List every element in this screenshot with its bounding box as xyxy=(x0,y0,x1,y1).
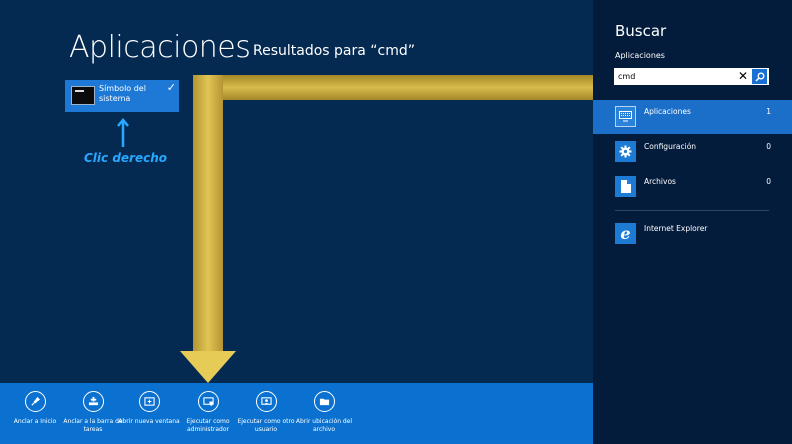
search-panel-title: Buscar xyxy=(615,22,667,40)
run-as-other-user-button[interactable]: Ejecutar como otro usuario xyxy=(235,391,297,433)
search-app-internet-explorer[interactable]: e Internet Explorer xyxy=(593,217,792,251)
folder-icon xyxy=(313,391,335,412)
app-bar-label: Abrir ubicación del archivo xyxy=(295,418,353,433)
pin-to-taskbar-button[interactable]: Anclar a la barra de tareas xyxy=(62,391,124,433)
guide-arrow-icon xyxy=(180,75,593,383)
category-label: Configuración xyxy=(644,142,697,151)
search-input[interactable] xyxy=(614,68,732,85)
gear-icon xyxy=(615,141,636,162)
taskbar-pin-icon xyxy=(82,391,104,412)
open-file-location-button[interactable]: Abrir ubicación del archivo xyxy=(293,391,355,433)
apps-icon xyxy=(615,106,636,127)
pin-icon xyxy=(24,391,46,412)
category-label: Aplicaciones xyxy=(644,107,691,116)
search-category-settings[interactable]: Configuración 0 xyxy=(593,135,792,169)
search-category-files[interactable]: Archivos 0 xyxy=(593,170,792,204)
pin-to-start-button[interactable]: Anclar a Inicio xyxy=(4,391,66,426)
category-count: 0 xyxy=(766,177,771,186)
divider xyxy=(615,210,769,211)
new-window-icon xyxy=(138,391,160,412)
app-bar-label: Ejecutar como otro usuario xyxy=(237,418,295,433)
category-count: 1 xyxy=(766,107,771,116)
start-screen: Aplicaciones Resultados para “cmd” Símbo… xyxy=(0,0,593,444)
app-bar-label: Ejecutar como administrador xyxy=(186,418,230,433)
category-count: 0 xyxy=(766,142,771,151)
app-label: Internet Explorer xyxy=(644,224,708,233)
file-icon xyxy=(615,176,636,197)
internet-explorer-icon: e xyxy=(615,223,636,244)
search-button[interactable] xyxy=(752,69,767,84)
clear-icon[interactable]: ✕ xyxy=(736,68,750,85)
open-new-window-button[interactable]: Abrir nueva ventana xyxy=(118,391,180,426)
search-icon xyxy=(754,72,764,82)
run-as-admin-icon xyxy=(197,391,219,412)
app-bar: Anclar a Inicio Anclar a la barra de tar… xyxy=(0,383,593,444)
run-as-user-icon xyxy=(255,391,277,412)
search-scope-label: Aplicaciones xyxy=(615,51,665,60)
category-label: Archivos xyxy=(644,177,676,186)
app-bar-label: Anclar a Inicio xyxy=(13,418,57,425)
search-box: ✕ xyxy=(614,68,769,85)
run-as-admin-button[interactable]: Ejecutar como administrador xyxy=(177,391,239,433)
search-charm-panel: Buscar Aplicaciones ✕ Aplicaciones 1 Con… xyxy=(593,0,792,444)
app-bar-label: Anclar a la barra de tareas xyxy=(63,418,123,433)
search-category-apps[interactable]: Aplicaciones 1 xyxy=(593,100,792,134)
app-bar-label: Abrir nueva ventana xyxy=(118,418,180,425)
